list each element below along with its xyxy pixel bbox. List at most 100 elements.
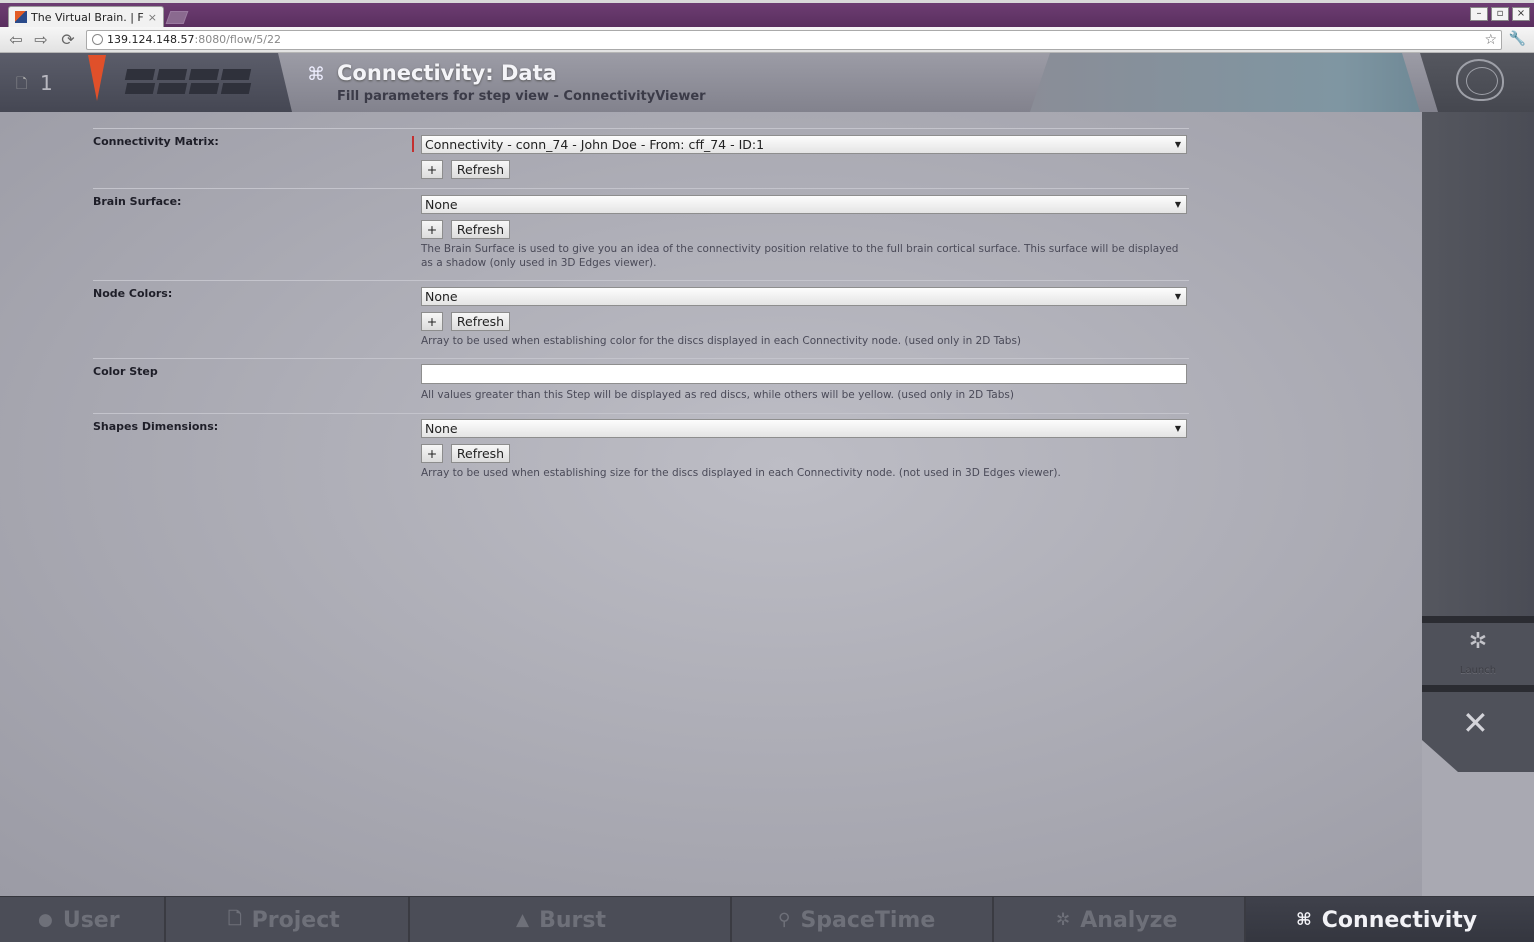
chevron-down-icon: ▼: [1174, 424, 1181, 433]
brain-icon: [1456, 59, 1504, 101]
field-label: Brain Surface:: [93, 195, 182, 208]
nav-spacetime[interactable]: ⚲ SpaceTime: [732, 897, 994, 942]
field-control: None ▼ + Refresh Array to be used when e…: [421, 419, 1187, 480]
brain-logo[interactable]: [1420, 53, 1534, 112]
header-decoration: [1030, 53, 1420, 112]
add-node-colors-button[interactable]: +: [421, 312, 443, 331]
pin-icon: ⚲: [778, 910, 791, 930]
field-help: Array to be used when establishing color…: [421, 335, 1022, 347]
add-shapes-dimensions-button[interactable]: +: [421, 444, 443, 463]
gear-icon: ✲: [1056, 910, 1071, 930]
new-tab-button[interactable]: [165, 11, 189, 24]
tab-close-icon[interactable]: ×: [148, 11, 157, 24]
refresh-connectivity-button[interactable]: Refresh: [451, 160, 510, 179]
step-block: [220, 69, 252, 80]
forward-arrow-icon[interactable]: ⇨: [31, 30, 51, 50]
field-help: The Brain Surface is used to give you an…: [421, 243, 1179, 269]
shapes-dimensions-select[interactable]: None ▼: [421, 419, 1187, 438]
nav-analyze[interactable]: ✲ Analyze: [994, 897, 1246, 942]
field-help: Array to be used when establishing size …: [421, 467, 1061, 479]
window-controls: – ▫ ×: [1470, 7, 1530, 21]
field-actions: + Refresh: [421, 312, 1187, 331]
required-marker: [412, 136, 414, 152]
gear-icon: ✲: [1468, 629, 1488, 654]
node-colors-select[interactable]: None ▼: [421, 287, 1187, 306]
nav-label: User: [62, 907, 120, 933]
add-connectivity-button[interactable]: +: [421, 160, 443, 179]
add-brain-surface-button[interactable]: +: [421, 220, 443, 239]
field-actions: + Refresh: [421, 444, 1187, 463]
browser-tab-strip: The Virtual Brain. | Fill p × – ▫ ×: [0, 0, 1534, 27]
field-help: All values greater than this Step will b…: [421, 389, 1014, 401]
select-value: None: [425, 197, 458, 212]
nav-burst[interactable]: ▲ Burst: [410, 897, 732, 942]
project-number: 1: [40, 71, 53, 95]
nav-label: Burst: [539, 907, 606, 933]
nav-project[interactable]: 🗋 Project: [166, 897, 410, 942]
chevron-down-icon: ▼: [1174, 200, 1181, 209]
app-header: 🗋 1 ⌘ Connectivity: Data Fill parameters…: [0, 53, 1534, 112]
back-arrow-icon[interactable]: ⇦: [6, 30, 26, 50]
field-label: Color Step: [93, 365, 158, 378]
step-indicator: [124, 69, 252, 94]
main-navigation: ● User 🗋 Project ▲ Burst ⚲ SpaceTime ✲ A…: [0, 896, 1534, 942]
page-subtitle: Fill parameters for step view - Connecti…: [337, 89, 706, 104]
step-block: [156, 69, 188, 80]
tvb-favicon-icon: [15, 11, 27, 23]
cancel-button[interactable]: ✕: [1422, 692, 1534, 772]
refresh-node-colors-button[interactable]: Refresh: [451, 312, 510, 331]
step-block: [188, 69, 220, 80]
nav-label: Project: [251, 907, 340, 933]
brain-surface-select[interactable]: None ▼: [421, 195, 1187, 214]
step-block: [220, 83, 252, 94]
launch-button[interactable]: ✲ Launch: [1422, 623, 1534, 685]
select-value: None: [425, 289, 458, 304]
refresh-shapes-dimensions-button[interactable]: Refresh: [451, 444, 510, 463]
field-actions: + Refresh: [421, 160, 1187, 179]
connectivity-matrix-select[interactable]: Connectivity - conn_74 - John Doe - From…: [421, 135, 1187, 154]
field-label: Node Colors:: [93, 287, 173, 300]
parameters-form: Connectivity Matrix: Connectivity - conn…: [0, 112, 1422, 896]
field-connectivity-matrix: Connectivity Matrix: Connectivity - conn…: [93, 128, 1189, 188]
field-control: Connectivity - conn_74 - John Doe - From…: [412, 135, 1187, 179]
launch-label: Launch: [1459, 665, 1497, 676]
network-icon: ⌘: [307, 64, 325, 85]
select-value: None: [425, 421, 458, 436]
minimize-button[interactable]: –: [1470, 7, 1488, 21]
nav-label: Analyze: [1080, 907, 1178, 933]
side-divider: [1422, 616, 1534, 623]
field-control: None ▼ + Refresh Array to be used when e…: [421, 287, 1187, 348]
wrench-icon[interactable]: 🔧: [1509, 31, 1526, 47]
bookmark-star-icon[interactable]: ☆: [1484, 31, 1497, 49]
side-panel: [1422, 112, 1534, 616]
chevron-down-icon: ▼: [1174, 140, 1181, 149]
browser-tab-title: The Virtual Brain. | Fill p: [31, 10, 144, 24]
file-icon: 🗋: [228, 908, 242, 929]
file-icon: 🗋: [16, 76, 28, 92]
url-path: :8080/flow/5/22: [194, 33, 281, 46]
field-actions: + Refresh: [421, 220, 1187, 239]
page-info-icon[interactable]: [92, 34, 103, 45]
field-shapes-dimensions: Shapes Dimensions: None ▼ + Refresh Arra…: [93, 413, 1189, 493]
reload-icon[interactable]: ⟳: [58, 30, 78, 50]
maximize-button[interactable]: ▫: [1491, 7, 1509, 21]
refresh-brain-surface-button[interactable]: Refresh: [451, 220, 510, 239]
field-node-colors: Node Colors: None ▼ + Refresh Array to b…: [93, 280, 1189, 358]
field-brain-surface: Brain Surface: None ▼ + Refresh The Brai…: [93, 188, 1189, 280]
browser-tab[interactable]: The Virtual Brain. | Fill p ×: [8, 6, 164, 27]
url-host: 139.124.148.57: [107, 33, 195, 46]
network-icon: ⌘: [1296, 910, 1312, 930]
select-value: Connectivity - conn_74 - John Doe - From…: [425, 137, 765, 152]
nav-label: SpaceTime: [800, 907, 936, 933]
rocket-icon: ▲: [516, 910, 530, 930]
color-step-input[interactable]: [421, 364, 1187, 384]
nav-label: Connectivity: [1321, 907, 1478, 933]
address-bar[interactable]: 139.124.148.57:8080/flow/5/22 ☆: [86, 30, 1502, 50]
window-close-button[interactable]: ×: [1512, 7, 1530, 21]
nav-connectivity[interactable]: ⌘ Connectivity: [1246, 897, 1534, 942]
accent-marker: [88, 55, 106, 101]
close-icon: ✕: [1462, 704, 1489, 742]
project-indicator[interactable]: 🗋 1: [0, 53, 292, 112]
step-block: [156, 83, 188, 94]
nav-user[interactable]: ● User: [0, 897, 166, 942]
